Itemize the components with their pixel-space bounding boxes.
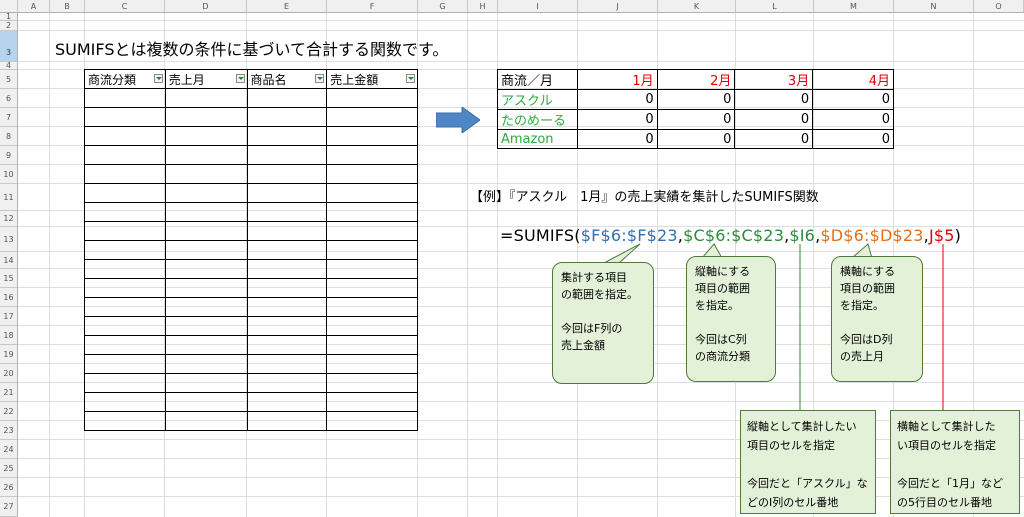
callout-sum-range: 集計する項目 の範囲を指定。 今回はF列の 売上金額 bbox=[552, 262, 654, 384]
note-criteria1: 縦軸として集計したい 項目のセルを指定 今回だと「アスクル」な どのI列のセル番… bbox=[740, 410, 876, 514]
spreadsheet: A B C D E F G H I J K L M N O 1 2 3 4 5 … bbox=[0, 0, 1024, 517]
note-text: 縦軸として集計したい 項目のセルを指定 今回だと「アスクル」な どのI列のセル番… bbox=[747, 420, 868, 509]
callout-criteria-range2: 横軸にする 項目の範囲 を指定。 今回はD列 の売上月 bbox=[831, 256, 923, 382]
note-text: 横軸として集計した い項目のセルを指定 今回だと「1月」など の5行目のセル番地 bbox=[897, 420, 1003, 509]
note-criteria2: 横軸として集計した い項目のセルを指定 今回だと「1月」など の5行目のセル番地 bbox=[890, 410, 1020, 514]
callout-text: 縦軸にする 項目の範囲 を指定。 今回はC列 の商流分類 bbox=[695, 265, 751, 363]
callout-pointer-sum bbox=[601, 243, 641, 265]
callout-criteria-range1: 縦軸にする 項目の範囲 を指定。 今回はC列 の商流分類 bbox=[686, 256, 776, 382]
callout-text: 横軸にする 項目の範囲 を指定。 今回はD列 の売上月 bbox=[840, 265, 896, 363]
callout-text: 集計する項目 の範囲を指定。 今回はF列の 売上金額 bbox=[561, 271, 638, 352]
